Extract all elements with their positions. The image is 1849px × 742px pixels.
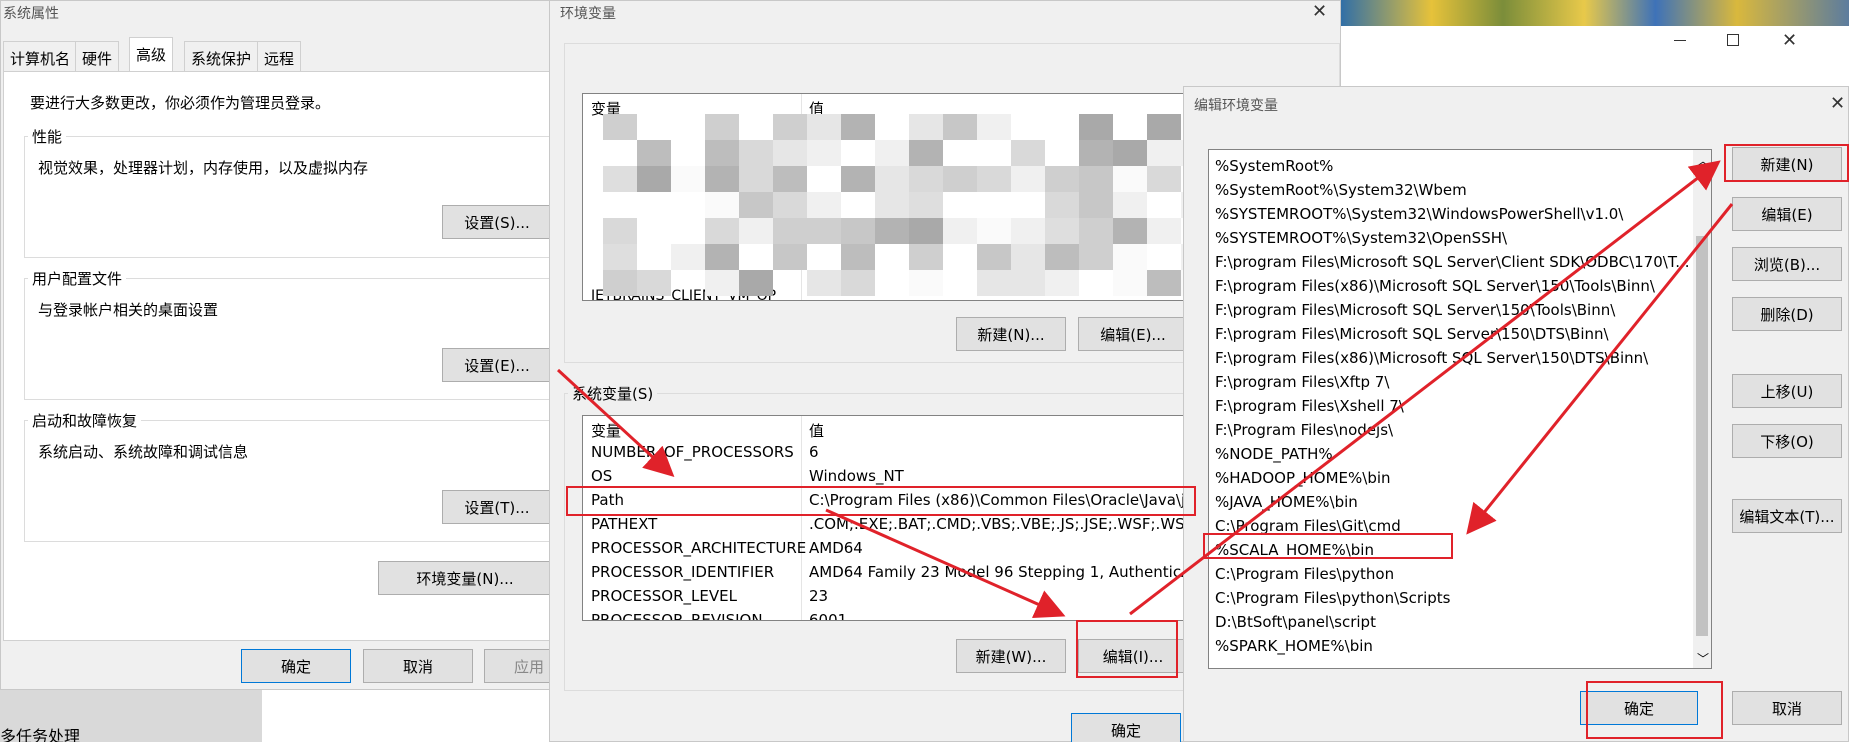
arrow-to-path <box>556 368 675 478</box>
arrow-to-new <box>1129 160 1721 616</box>
arrow-to-edit <box>825 508 1066 618</box>
annotation-arrows <box>556 160 1734 618</box>
